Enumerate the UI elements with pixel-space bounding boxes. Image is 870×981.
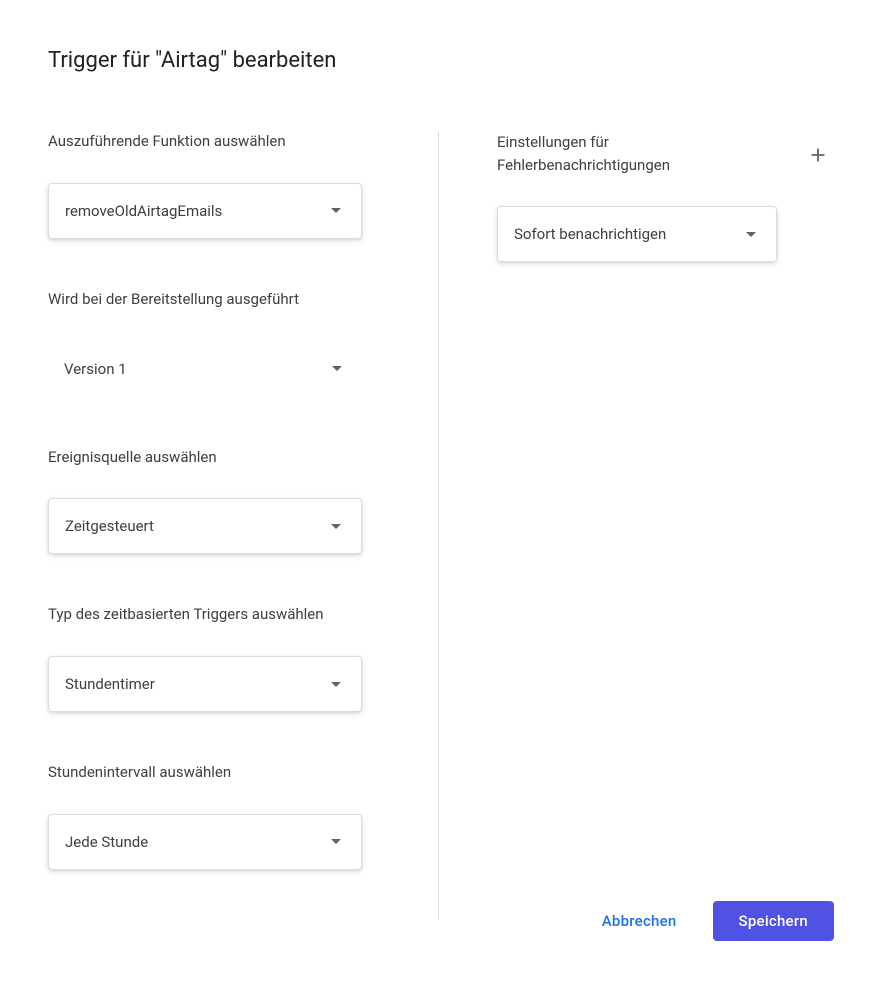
cancel-button[interactable]: Abbrechen bbox=[590, 902, 689, 940]
dialog-footer: Abbrechen Speichern bbox=[590, 901, 834, 941]
trigger-type-select-value: Stundentimer bbox=[65, 675, 331, 693]
plus-icon bbox=[807, 144, 829, 166]
trigger-type-label: Typ des zeitbasierten Triggers auswählen bbox=[48, 604, 398, 626]
function-label: Auszuführende Funktion auswählen bbox=[48, 131, 398, 153]
interval-select-value: Jede Stunde bbox=[65, 833, 331, 851]
interval-label: Stundenintervall auswählen bbox=[48, 762, 398, 784]
left-column: Auszuführende Funktion auswählen removeO… bbox=[48, 131, 438, 920]
error-notification-label: Einstellungen für Fehlerbenachrichtigung… bbox=[497, 131, 747, 176]
chevron-down-icon bbox=[331, 524, 341, 529]
deployment-select-value: Version 1 bbox=[64, 360, 332, 378]
chevron-down-icon bbox=[746, 232, 756, 237]
deployment-select[interactable]: Version 1 bbox=[48, 341, 362, 397]
save-button[interactable]: Speichern bbox=[713, 901, 834, 941]
event-source-select[interactable]: Zeitgesteuert bbox=[48, 498, 362, 554]
right-column: Einstellungen für Fehlerbenachrichtigung… bbox=[438, 131, 830, 920]
chevron-down-icon bbox=[331, 208, 341, 213]
event-source-label: Ereignisquelle auswählen bbox=[48, 447, 398, 469]
chevron-down-icon bbox=[331, 682, 341, 687]
event-source-select-value: Zeitgesteuert bbox=[65, 517, 331, 535]
add-notification-button[interactable] bbox=[806, 143, 830, 167]
chevron-down-icon bbox=[332, 366, 342, 371]
trigger-type-select[interactable]: Stundentimer bbox=[48, 656, 362, 712]
deployment-label: Wird bei der Bereitstellung ausgeführt bbox=[48, 289, 398, 311]
function-select[interactable]: removeOldAirtagEmails bbox=[48, 183, 362, 239]
function-select-value: removeOldAirtagEmails bbox=[65, 202, 331, 220]
interval-select[interactable]: Jede Stunde bbox=[48, 814, 362, 870]
error-notification-select[interactable]: Sofort benachrichtigen bbox=[497, 206, 777, 262]
page-title: Trigger für "Airtag" bearbeiten bbox=[48, 48, 830, 73]
chevron-down-icon bbox=[331, 839, 341, 844]
error-notification-select-value: Sofort benachrichtigen bbox=[514, 225, 746, 243]
